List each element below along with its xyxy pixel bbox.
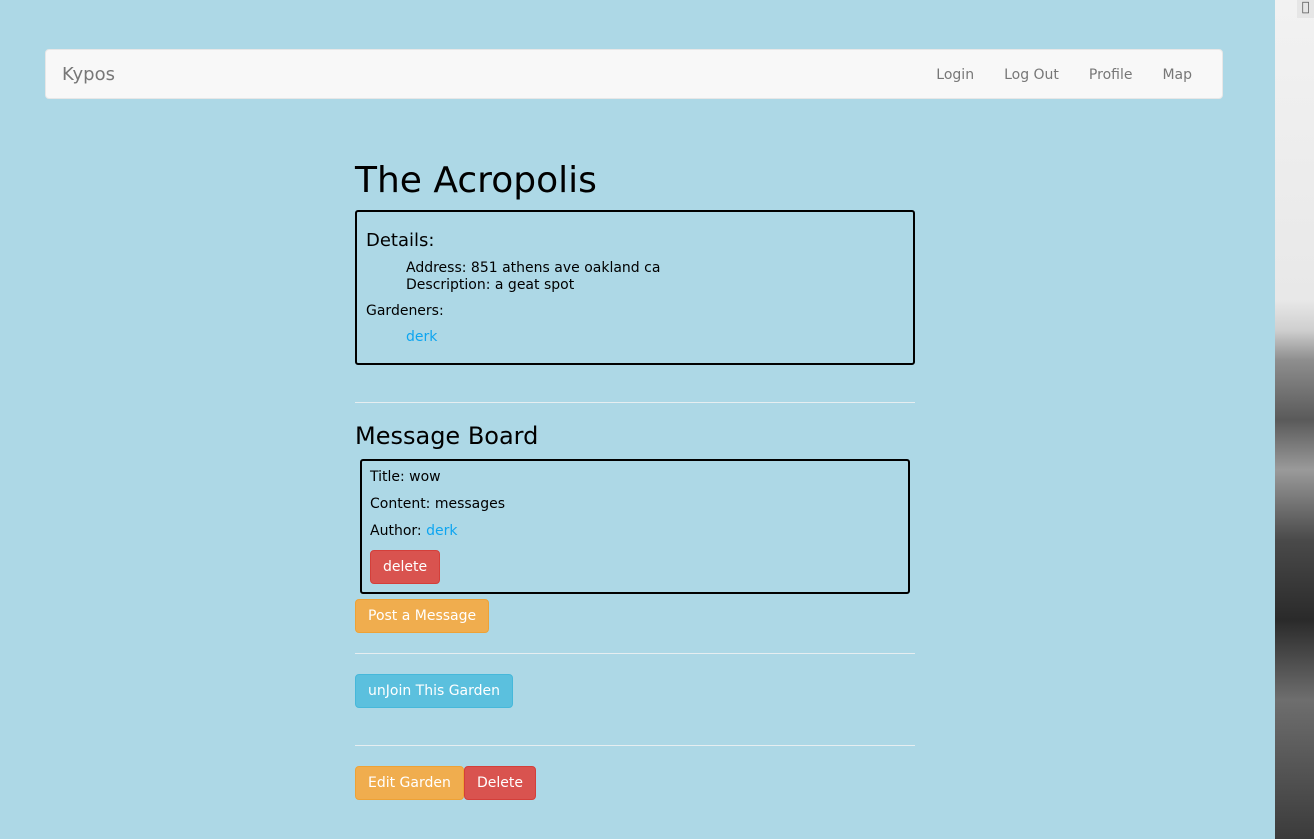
desktop-background-strip:  <box>1275 0 1314 839</box>
brand-link[interactable]: Kypos <box>62 50 115 100</box>
message-title: Title: wow <box>370 469 441 485</box>
unjoin-garden-button[interactable]: unJoin This Garden <box>355 674 514 708</box>
message-content: Content: messages <box>370 496 506 512</box>
apple-menu-icon[interactable]:  <box>1297 0 1314 18</box>
nav-profile-link[interactable]: Profile <box>1074 50 1148 100</box>
navbar: Kypos Login Log Out Profile Map <box>45 49 1223 99</box>
garden-title: The Acropolis <box>355 160 597 201</box>
gardeners-label: Gardeners: <box>366 303 444 319</box>
divider <box>355 653 915 654</box>
message-board-title: Message Board <box>355 422 539 450</box>
nav-login-link[interactable]: Login <box>921 50 989 100</box>
gardener-link[interactable]: derk <box>406 329 437 345</box>
nav-map-link[interactable]: Map <box>1147 50 1207 100</box>
delete-message-button[interactable]: delete <box>370 550 441 584</box>
divider <box>355 402 915 403</box>
garden-description: Description: a geat spot <box>406 277 575 293</box>
message-author: Author: derk <box>370 523 457 539</box>
post-message-button[interactable]: Post a Message <box>355 599 490 633</box>
divider <box>355 745 915 746</box>
message-author-label: Author: <box>370 523 422 539</box>
garden-details-box: Details: Address: 851 athens ave oakland… <box>355 210 915 365</box>
message-card: Title: wow Content: messages Author: der… <box>360 459 910 594</box>
nav-links: Login Log Out Profile Map <box>921 50 1207 100</box>
garden-address: Address: 851 athens ave oakland ca <box>406 260 661 276</box>
edit-garden-button[interactable]: Edit Garden <box>355 766 464 800</box>
nav-logout-link[interactable]: Log Out <box>989 50 1074 100</box>
delete-garden-button[interactable]: Delete <box>464 766 536 800</box>
message-author-link[interactable]: derk <box>426 523 457 539</box>
details-heading: Details: <box>366 230 435 251</box>
